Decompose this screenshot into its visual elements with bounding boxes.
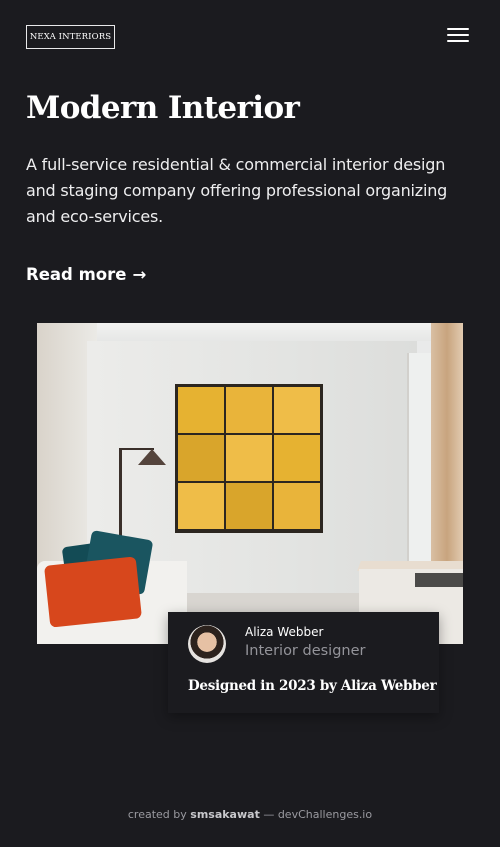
footer-separator: — bbox=[263, 808, 275, 821]
site-link[interactable]: devChallenges.io bbox=[278, 808, 372, 821]
arrow-right-icon: → bbox=[132, 265, 147, 284]
design-credit: Designed in 2023 by Aliza Webber bbox=[188, 678, 437, 694]
hamburger-menu-icon[interactable] bbox=[446, 27, 470, 43]
read-more-label: Read more bbox=[26, 265, 127, 284]
read-more-link[interactable]: Read more → bbox=[26, 265, 146, 284]
brand-logo[interactable]: NEXA INTERIORS bbox=[26, 25, 115, 49]
designer-card: Aliza Webber Interior designer Designed … bbox=[168, 612, 439, 713]
footer-prefix: created by bbox=[127, 808, 187, 821]
designer-name: Aliza Webber bbox=[245, 625, 324, 639]
author-link[interactable]: smsakawat bbox=[190, 808, 260, 821]
footer: created by smsakawat — devChallenges.io bbox=[0, 808, 500, 821]
designer-role: Interior designer bbox=[245, 643, 366, 659]
hero-description: A full-service residential & commercial … bbox=[26, 155, 448, 226]
interior-photo bbox=[37, 323, 463, 644]
avatar bbox=[188, 625, 226, 663]
page-title: Modern Interior bbox=[26, 90, 300, 126]
